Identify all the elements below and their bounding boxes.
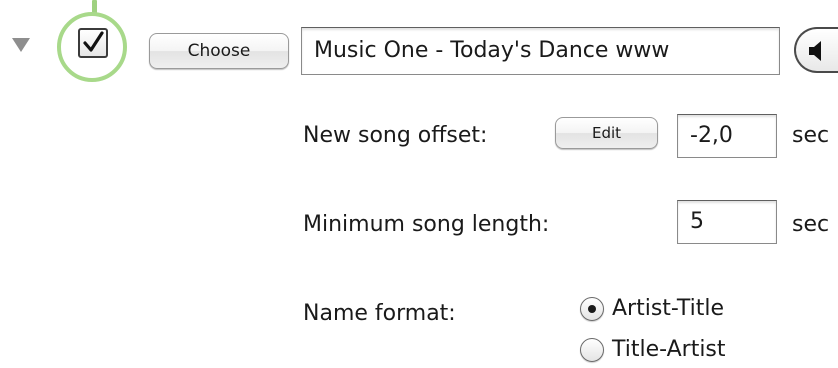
radio-button[interactable]	[580, 338, 604, 362]
radio-dot	[588, 305, 596, 313]
minimum-song-length-field[interactable]: 5	[677, 200, 777, 244]
radio-label: Title-Artist	[612, 337, 726, 362]
speaker-icon[interactable]	[794, 27, 838, 73]
radio-artist-title[interactable]: Artist-Title	[580, 296, 724, 322]
radio-label: Artist-Title	[612, 296, 724, 321]
name-format-label: Name format:	[303, 301, 456, 326]
minimum-song-length-label: Minimum song length:	[303, 212, 550, 237]
radio-title-artist[interactable]: Title-Artist	[580, 337, 726, 363]
speaker-glyph	[809, 41, 821, 61]
new-song-offset-label: New song offset:	[303, 123, 488, 148]
checkmark-icon	[83, 31, 104, 52]
enable-source-checkbox[interactable]	[78, 28, 108, 58]
radio-button-selected[interactable]	[580, 297, 604, 321]
choose-button[interactable]: Choose	[149, 33, 289, 69]
new-song-offset-field[interactable]: -2,0	[677, 114, 777, 158]
source-settings-panel: Choose Music One - Today's Dance www New…	[0, 0, 838, 368]
disclosure-triangle-icon[interactable]	[12, 38, 30, 52]
edit-offset-button[interactable]: Edit	[555, 117, 658, 149]
offset-unit-label: sec	[792, 123, 830, 148]
length-unit-label: sec	[792, 212, 830, 237]
track-title-field[interactable]: Music One - Today's Dance www	[301, 27, 780, 75]
